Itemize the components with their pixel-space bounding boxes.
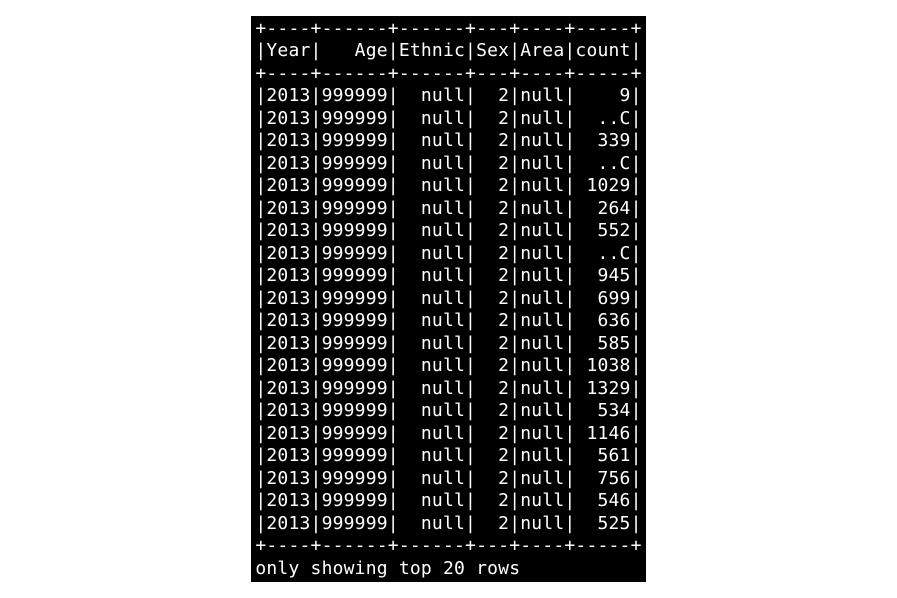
table-top-border: +----+------+------+---+----+-----+ (255, 18, 641, 39)
dataframe-output: +----+------+------+---+----+-----+ |Yea… (251, 16, 645, 583)
table-header-separator: +----+------+------+---+----+-----+ (255, 63, 641, 84)
table-header-row: |Year| Age|Ethnic|Sex|Area|count| (255, 40, 641, 61)
table-footer-text: only showing top 20 rows (255, 558, 520, 579)
table-body: |2013|999999| null| 2|null| 9| |2013|999… (255, 85, 641, 534)
table-bottom-border: +----+------+------+---+----+-----+ (255, 535, 641, 556)
